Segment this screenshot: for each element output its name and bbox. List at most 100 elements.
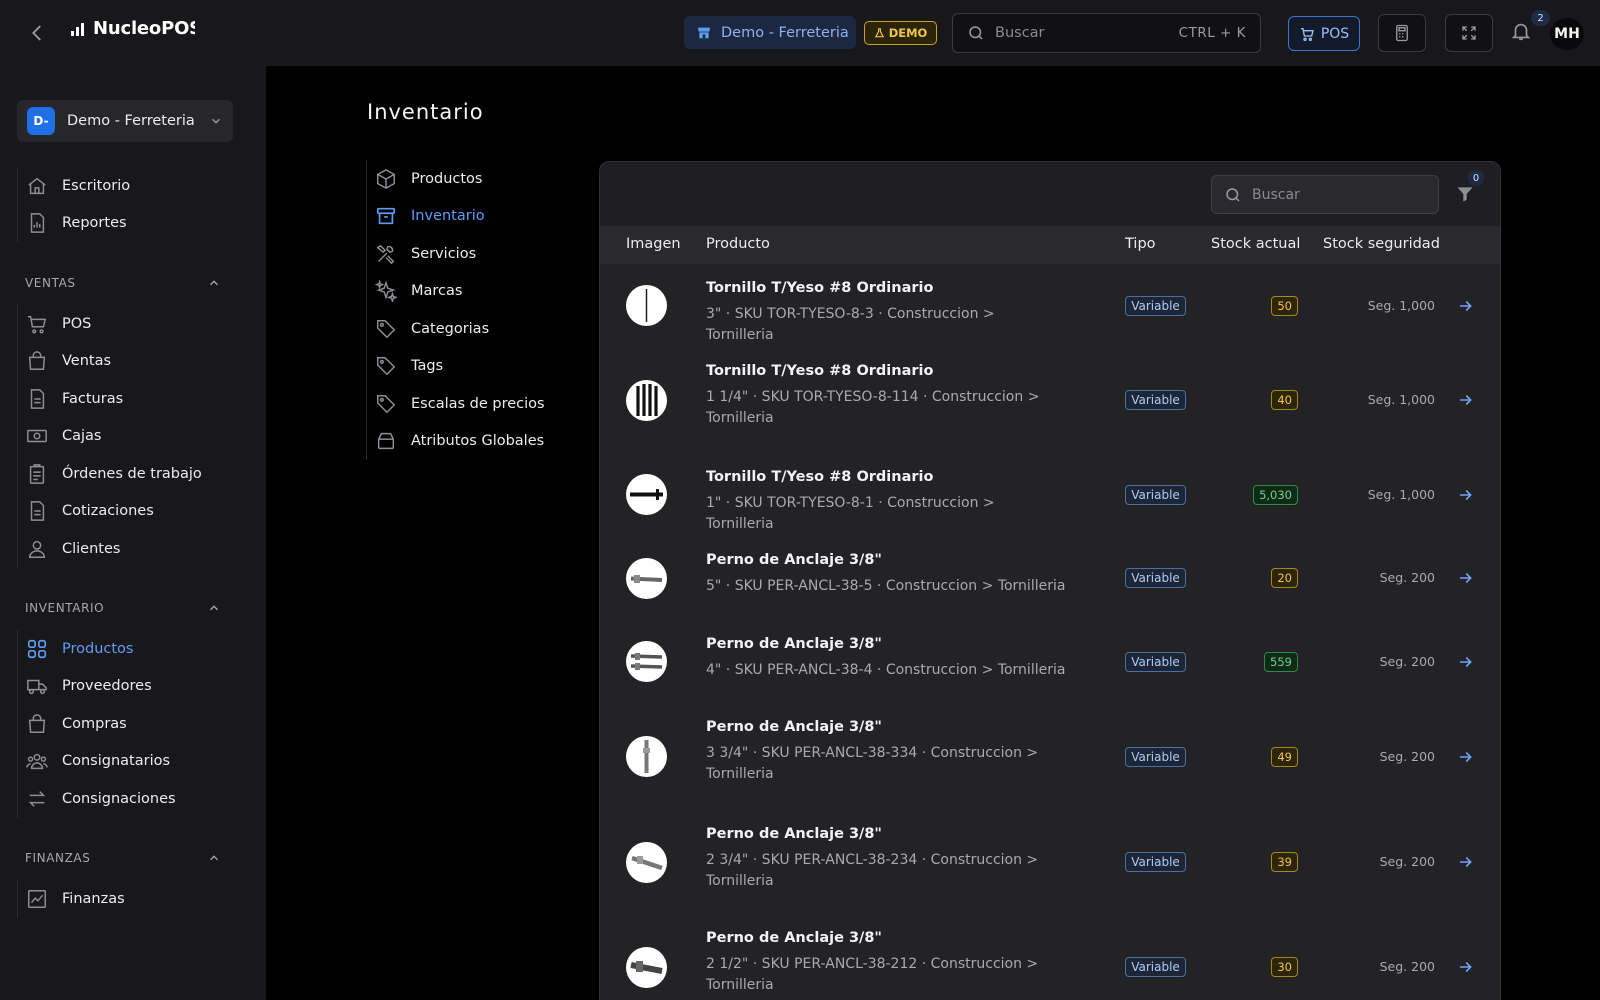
sidebar-item-consignatarios[interactable]: Consignatarios [18,743,237,781]
stock-badge: 20 [1271,568,1298,588]
safety-stock-value: Seg. 200 [1379,570,1435,585]
table-row[interactable]: Tornillo T/Yeso #8 Ordinario 3" · SKU TOR… [600,264,1500,347]
table-row[interactable]: Tornillo T/Yeso #8 Ordinario 1" · SKU TOR… [600,453,1500,536]
nav-group-finanzas: Finanzas [17,880,237,918]
product-thumbnail[interactable] [626,474,667,515]
safety-stock-value: Seg. 1,000 [1367,392,1435,407]
subnav-item-servicios[interactable]: Servicios [367,235,556,273]
safety-stock-value: Seg. 1,000 [1367,297,1435,313]
sidebar-item-cotizaciones[interactable]: Cotizaciones [18,493,237,531]
section-header-finanzas[interactable]: FINANZAS [25,851,221,865]
cart-icon [1299,26,1315,42]
chevron-up-icon [207,851,221,865]
sidebar-item-compras[interactable]: Compras [18,705,237,743]
table-row[interactable]: Perno de Anclaje 3/8" 5" · SKU PER-ANCL-3… [600,536,1500,620]
product-name[interactable]: Perno de Anclaje 3/8" [706,826,882,842]
user-icon [26,538,48,560]
bell-icon[interactable] [1510,20,1534,44]
sidebar-item-facturas[interactable]: Facturas [18,380,237,418]
product-name[interactable]: Tornillo T/Yeso #8 Ordinario [706,280,933,296]
sidebar-item-proveedores[interactable]: Proveedores [18,668,237,706]
arrow-right-icon[interactable] [1458,854,1474,870]
product-thumbnail[interactable] [626,379,667,421]
product-thumbnail[interactable] [626,641,667,682]
subnav-item-marcas[interactable]: Marcas [367,273,556,311]
table-search-input[interactable]: Buscar [1211,175,1439,214]
column-header-stock-seguridad: Stock seguridad [1323,236,1440,252]
store-switcher[interactable]: Demo - Ferreteria [684,16,856,49]
sparkle-icon [375,280,397,303]
sidebar-item-ordenes[interactable]: Órdenes de trabajo [18,455,237,493]
type-badge: Variable [1125,957,1186,977]
product-thumbnail[interactable] [626,841,667,883]
arrow-right-icon[interactable] [1458,654,1474,670]
chevron-down-icon [209,114,223,128]
chart-icon [26,888,48,910]
sidebar-item-escritorio[interactable]: Escritorio [18,167,237,205]
stock-badge: 49 [1271,746,1298,767]
store-name: Demo - Ferreteria [721,24,849,41]
table-row[interactable]: Perno de Anclaje 3/8" 2 1/2" · SKU PER-AN… [600,914,1500,1000]
product-thumbnail[interactable] [626,285,667,326]
global-search-input[interactable]: Buscar CTRL + K [952,13,1261,53]
table-row[interactable]: Tornillo T/Yeso #8 Ordinario 1 1/4" · SKU… [600,347,1500,453]
subnav-item-categorias[interactable]: Categorias [367,310,556,348]
sidebar-item-cajas[interactable]: Cajas [18,418,237,456]
safety-stock-value: Seg. 1,000 [1367,486,1435,502]
product-name[interactable]: Tornillo T/Yeso #8 Ordinario [706,469,933,485]
sidebar-item-productos[interactable]: Productos [18,630,237,668]
arrow-right-icon[interactable] [1458,487,1474,503]
table-search-placeholder: Buscar [1252,186,1300,203]
product-meta: 1 1/4" · SKU TOR-TYESO-8-114 · Construcc… [706,389,1040,426]
stock-badge: 39 [1271,852,1298,872]
signal-bars-icon [70,21,86,37]
arrow-right-icon[interactable] [1458,392,1474,408]
product-thumbnail[interactable] [626,946,667,988]
arrow-right-icon[interactable] [1458,298,1474,314]
product-thumbnail[interactable] [626,557,667,599]
filter-icon[interactable] [1455,184,1477,206]
calculator-button[interactable] [1378,14,1426,52]
store-selector[interactable]: D- Demo - Ferreteria [17,100,233,142]
arrow-right-icon[interactable] [1458,570,1474,586]
flask-icon [874,27,885,39]
subnav-item-inventario[interactable]: Inventario [367,198,556,236]
section-header-inventario[interactable]: INVENTARIO [25,601,221,615]
subnav-item-tags[interactable]: Tags [367,348,556,386]
product-name[interactable]: Perno de Anclaje 3/8" [706,930,882,946]
sidebar-item-clientes[interactable]: Clientes [18,530,237,568]
table-row[interactable]: Perno de Anclaje 3/8" 2 3/4" · SKU PER-AN… [600,810,1500,914]
sidebar: D- Demo - Ferreteria Escritorio Reportes… [0,66,266,1000]
subnav-item-atributos[interactable]: Atributos Globales [367,423,556,461]
table-row[interactable]: Perno de Anclaje 3/8" 3 3/4" · SKU PER-AN… [600,703,1500,810]
product-name[interactable]: Perno de Anclaje 3/8" [706,552,882,568]
pos-button[interactable]: POS [1288,16,1360,51]
product-name[interactable]: Perno de Anclaje 3/8" [706,636,882,652]
sidebar-item-reportes[interactable]: Reportes [18,205,237,243]
arrow-right-icon[interactable] [1458,749,1474,765]
sidebar-item-consignaciones[interactable]: Consignaciones [18,780,237,818]
document-icon [26,388,48,410]
product-thumbnail[interactable] [626,736,667,777]
fullscreen-button[interactable] [1445,14,1493,52]
sidebar-item-ventas[interactable]: Ventas [18,343,237,381]
users-icon [26,750,48,772]
top-bar: NucleoPOS Demo - Ferreteria DEMO Buscar … [0,0,1600,66]
subnav-item-productos[interactable]: Productos [367,160,556,198]
subnav-item-escalas[interactable]: Escalas de precios [367,385,556,423]
sidebar-item-finanzas[interactable]: Finanzas [18,880,237,918]
table-row[interactable]: Perno de Anclaje 3/8" 4" · SKU PER-ANCL-3… [600,620,1500,703]
app-logo[interactable]: NucleoPOS [70,18,195,39]
product-name[interactable]: Tornillo T/Yeso #8 Ordinario [706,363,933,379]
arrow-right-icon[interactable] [1458,959,1474,975]
section-header-ventas[interactable]: VENTAS [25,276,221,290]
user-avatar[interactable]: MH [1550,18,1584,50]
bag-icon [26,713,48,735]
tag-icon [375,355,397,377]
product-name[interactable]: Perno de Anclaje 3/8" [706,719,882,735]
sidebar-item-pos[interactable]: POS [18,305,237,343]
demo-badge: DEMO [864,21,937,45]
table-toolbar: Buscar 0 [600,162,1500,226]
back-arrow-icon[interactable] [26,22,48,44]
filter-count-badge: 0 [1468,170,1484,186]
